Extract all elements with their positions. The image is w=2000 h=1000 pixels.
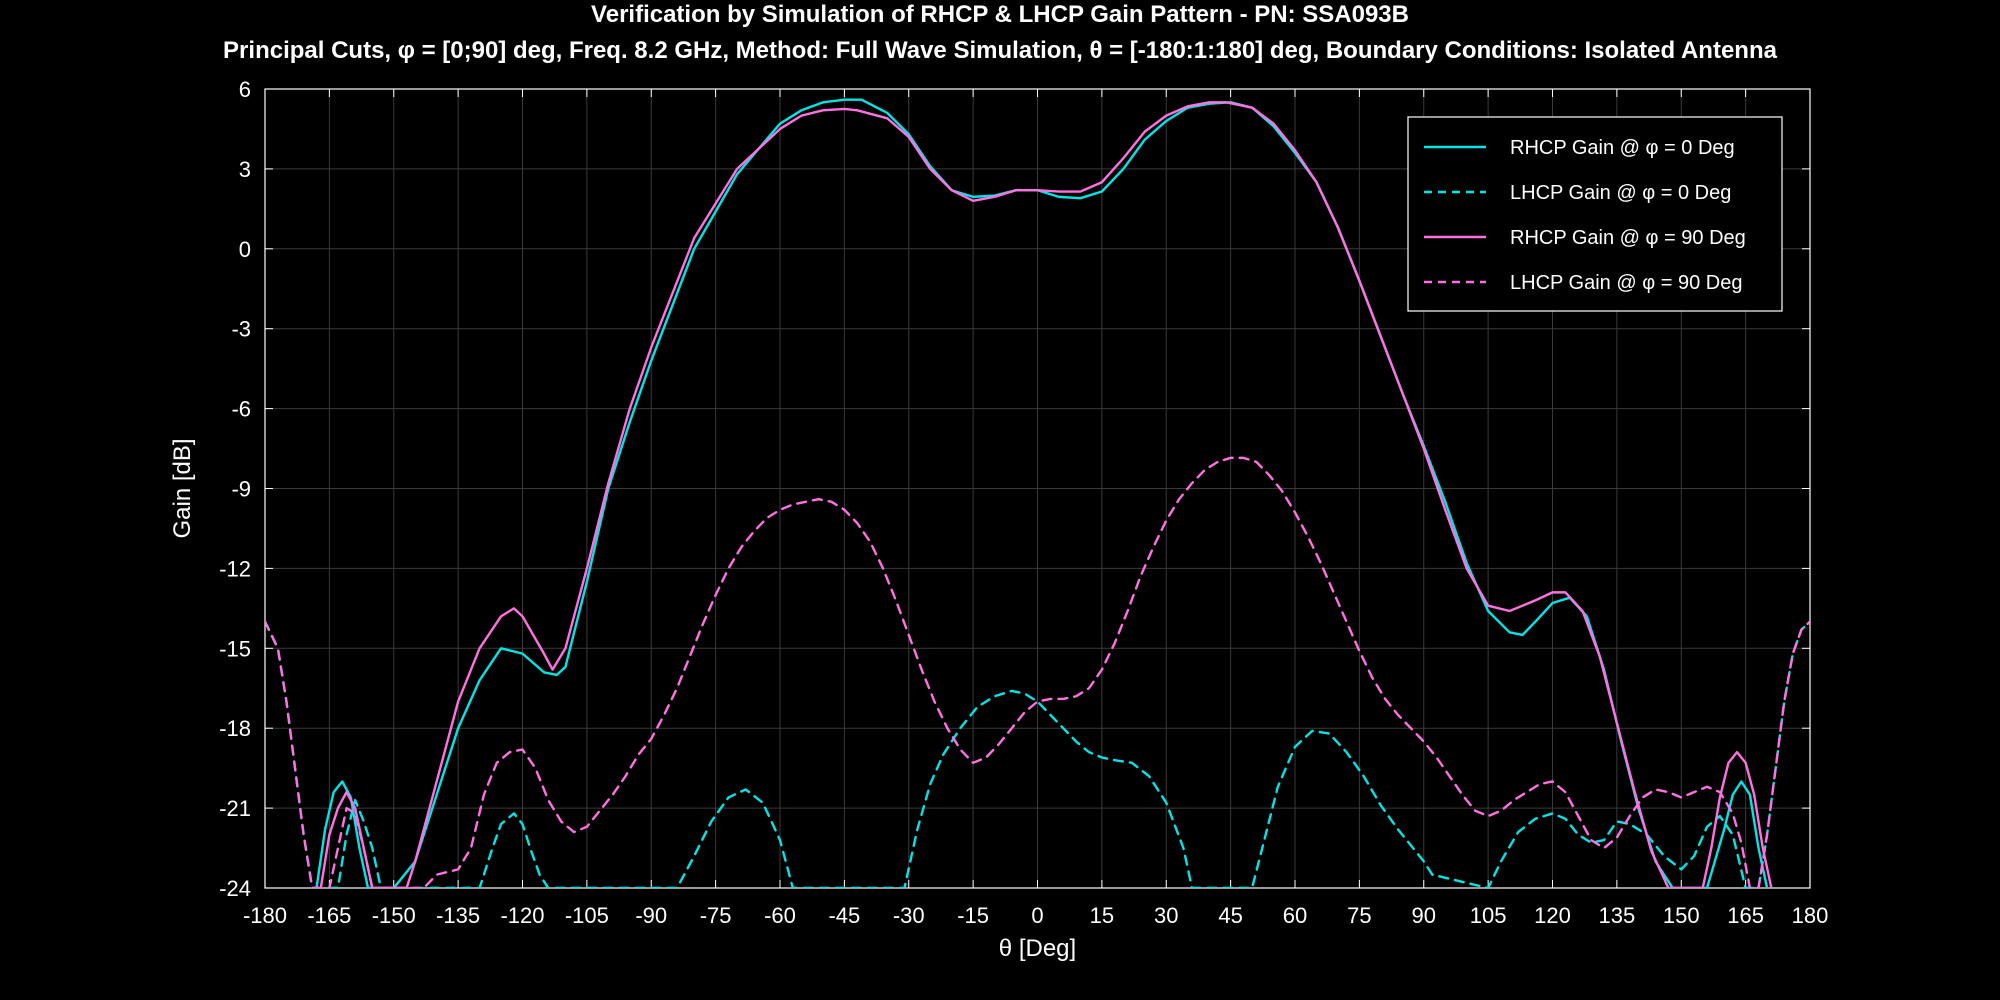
y-tick-label: 3: [239, 157, 251, 182]
chart-title: Verification by Simulation of RHCP & LHC…: [591, 1, 1409, 28]
x-tick-label: -15: [957, 903, 989, 928]
x-tick-label: -45: [828, 903, 860, 928]
x-tick-label: 60: [1283, 903, 1307, 928]
x-tick-label: 135: [1599, 903, 1636, 928]
y-tick-label: -18: [219, 716, 251, 741]
x-axis-label: θ [Deg]: [999, 935, 1076, 962]
x-tick-label: 75: [1347, 903, 1371, 928]
legend-entry-label: RHCP Gain @ φ = 90 Deg: [1510, 227, 1746, 249]
legend-entry-label: LHCP Gain @ φ = 90 Deg: [1510, 272, 1742, 294]
y-tick-label: -15: [219, 636, 251, 661]
x-tick-label: 0: [1031, 903, 1043, 928]
x-tick-label: 15: [1090, 903, 1114, 928]
x-tick-label: -120: [500, 903, 544, 928]
x-tick-label: 30: [1154, 903, 1178, 928]
x-tick-label: 120: [1534, 903, 1571, 928]
x-tick-label: 105: [1470, 903, 1507, 928]
y-axis-label: Gain [dB]: [169, 438, 196, 538]
x-tick-label: 180: [1792, 903, 1829, 928]
y-tick-label: -24: [219, 876, 251, 901]
legend-entry-label: LHCP Gain @ φ = 0 Deg: [1510, 182, 1731, 204]
x-tick-label: -75: [700, 903, 732, 928]
y-tick-label: -3: [231, 317, 251, 342]
y-tick-label: -21: [219, 796, 251, 821]
y-tick-label: -12: [219, 556, 251, 581]
x-tick-label: 165: [1727, 903, 1764, 928]
y-tick-label: -9: [231, 477, 251, 502]
x-tick-label: -60: [764, 903, 796, 928]
x-tick-label: 150: [1663, 903, 1700, 928]
gain-pattern-chart: Verification by Simulation of RHCP & LHC…: [0, 0, 2000, 1000]
y-tick-label: 6: [239, 77, 251, 102]
x-tick-label: -180: [243, 903, 287, 928]
x-tick-label: -90: [635, 903, 667, 928]
x-tick-label: 90: [1412, 903, 1436, 928]
chart-subtitle: Principal Cuts, φ = [0;90] deg, Freq. 8.…: [223, 37, 1778, 64]
y-tick-label: 0: [239, 237, 251, 262]
y-tick-label: -6: [231, 397, 251, 422]
x-tick-label: -150: [372, 903, 416, 928]
legend: RHCP Gain @ φ = 0 Deg LHCP Gain @ φ = 0 D…: [1407, 116, 1783, 312]
x-tick-label: -30: [893, 903, 925, 928]
x-tick-label: -165: [307, 903, 351, 928]
x-tick-label: -105: [565, 903, 609, 928]
x-tick-label: -135: [436, 903, 480, 928]
x-tick-label: 45: [1218, 903, 1242, 928]
legend-entry-label: RHCP Gain @ φ = 0 Deg: [1510, 137, 1735, 159]
